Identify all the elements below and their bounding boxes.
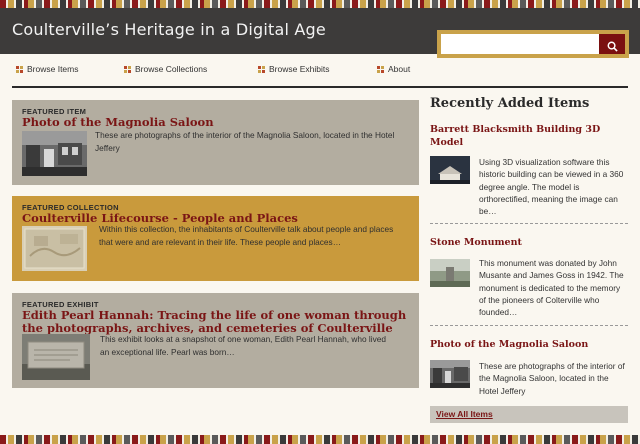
featured-item-thumbnail[interactable]	[22, 131, 87, 176]
sidebar-heading: Recently Added Items	[430, 96, 590, 111]
nav-bullet-icon	[124, 65, 131, 73]
featured-collection-description: Within this collection, the inhabitants …	[99, 224, 394, 247]
sidebar-separator	[430, 325, 628, 326]
recent-item-description: This monument was donated by John Musant…	[479, 258, 624, 318]
featured-exhibit-thumbnail[interactable]	[22, 334, 90, 380]
recent-item-thumbnail[interactable]	[430, 360, 470, 388]
featured-exhibit-description: This exhibit looks at a snapshot of one …	[100, 334, 386, 357]
featured-item-panel: FEATURED ITEM Photo of the Magnolia Salo…	[12, 100, 419, 185]
site-title[interactable]: Coulterville’s Heritage in a Digital Age	[12, 20, 326, 39]
featured-collection-panel: FEATURED COLLECTION Coulterville Lifecou…	[12, 196, 419, 281]
recent-item-title[interactable]: Photo of the Magnolia Saloon	[430, 338, 628, 351]
search-button[interactable]	[599, 34, 625, 54]
nav-bullet-icon	[258, 65, 265, 73]
featured-collection-thumbnail[interactable]	[22, 226, 87, 271]
sidebar-separator	[430, 223, 628, 224]
featured-exhibit-title[interactable]: Edith Pearl Hannah: Tracing the life of …	[22, 309, 414, 335]
featured-item-title[interactable]: Photo of the Magnolia Saloon	[22, 116, 214, 129]
nav-browse-items[interactable]: Browse Items	[16, 64, 79, 74]
nav-bullet-icon	[16, 65, 23, 73]
recent-item-description: These are photographs of the interior of…	[479, 361, 625, 396]
featured-item-description: These are photographs of the interior of…	[95, 130, 395, 153]
nav-label: About	[388, 64, 411, 74]
recent-item-description: Using 3D visualization software this his…	[479, 157, 624, 217]
nav-browse-exhibits[interactable]: Browse Exhibits	[258, 64, 329, 74]
search-icon	[607, 41, 618, 52]
nav-label: Browse Exhibits	[269, 64, 330, 74]
bottom-decorative-stripe	[0, 435, 640, 444]
featured-exhibit-panel: FEATURED EXHIBIT Edith Pearl Hannah: Tra…	[12, 293, 419, 388]
search-input[interactable]	[441, 34, 599, 54]
recent-item-title[interactable]: Barrett Blacksmith Building 3D Model	[430, 123, 628, 149]
nav-about[interactable]: About	[377, 64, 410, 74]
nav-divider	[12, 86, 628, 88]
nav-label: Browse Items	[27, 64, 79, 74]
site-header: Coulterville’s Heritage in a Digital Age	[0, 8, 640, 58]
recent-item-title[interactable]: Stone Monument	[430, 236, 628, 249]
recent-item-thumbnail[interactable]	[430, 259, 470, 287]
top-decorative-stripe	[0, 0, 640, 8]
recent-item-thumbnail[interactable]	[430, 156, 470, 184]
main-navigation: Browse Items Browse Collections Browse E…	[0, 64, 640, 80]
search-form	[437, 30, 629, 58]
nav-label: Browse Collections	[135, 64, 208, 74]
nav-bullet-icon	[377, 65, 384, 73]
nav-browse-collections[interactable]: Browse Collections	[124, 64, 207, 74]
view-all-items-link[interactable]: View All Items	[430, 406, 628, 423]
